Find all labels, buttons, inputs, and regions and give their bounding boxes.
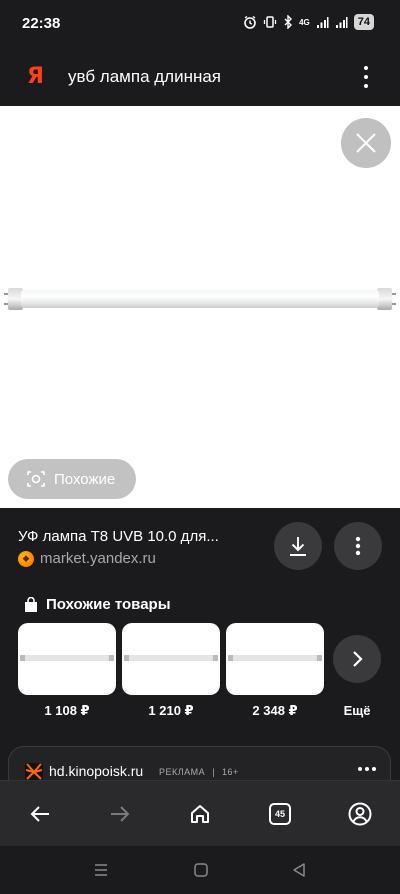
signal-icon bbox=[316, 16, 329, 29]
product-card[interactable] bbox=[18, 623, 116, 695]
download-icon bbox=[290, 537, 306, 556]
product-image bbox=[228, 655, 322, 661]
market-favicon-icon: ◆ bbox=[18, 550, 34, 567]
system-back-button[interactable] bbox=[284, 860, 314, 880]
result-info: УФ лампа T8 UVB 10.0 для... ◆ market.yan… bbox=[0, 508, 400, 588]
home-icon bbox=[191, 805, 209, 823]
arrow-right-icon bbox=[111, 806, 130, 822]
more-vertical-icon bbox=[355, 536, 361, 556]
camera-search-icon bbox=[27, 471, 45, 487]
search-header: Я увб лампа длинная bbox=[0, 48, 400, 106]
status-icons: 4G 74 bbox=[243, 14, 374, 30]
profile-icon bbox=[348, 802, 372, 826]
result-more-button[interactable] bbox=[334, 522, 382, 570]
profile-button[interactable] bbox=[340, 798, 380, 830]
back-triangle-icon bbox=[293, 863, 305, 877]
forward-button[interactable] bbox=[100, 798, 140, 830]
product-price[interactable]: 1 210 ₽ bbox=[122, 703, 220, 719]
more-products-button[interactable] bbox=[333, 635, 381, 683]
close-icon bbox=[356, 133, 376, 153]
shopping-bag-icon bbox=[25, 596, 37, 612]
battery-level: 74 bbox=[353, 14, 374, 30]
ad-label-text: РЕКЛАМА bbox=[159, 767, 206, 777]
search-query[interactable]: увб лампа длинная bbox=[68, 67, 221, 87]
result-title[interactable]: УФ лампа T8 UVB 10.0 для... bbox=[18, 528, 219, 545]
download-button[interactable] bbox=[274, 522, 322, 570]
ad-age-rating: 16+ bbox=[222, 767, 239, 777]
back-button[interactable] bbox=[20, 798, 60, 830]
network-type: 4G bbox=[299, 17, 310, 27]
tabs-count: 45 bbox=[269, 803, 291, 825]
status-time: 22:38 bbox=[22, 15, 61, 32]
product-price[interactable]: 1 108 ₽ bbox=[18, 703, 116, 719]
more-horizontal-icon[interactable] bbox=[358, 767, 376, 771]
product-card[interactable] bbox=[226, 623, 324, 695]
browser-bottom-nav: 45 bbox=[0, 780, 400, 846]
system-home-button[interactable] bbox=[186, 860, 216, 880]
tabs-button[interactable]: 45 bbox=[260, 798, 300, 830]
recents-icon bbox=[95, 864, 107, 876]
system-nav-bar bbox=[0, 846, 400, 894]
home-square-icon bbox=[194, 863, 208, 877]
ad-domain[interactable]: hd.kinopoisk.ru bbox=[49, 763, 143, 779]
similar-images-button[interactable]: Похожие bbox=[8, 459, 136, 499]
kinopoisk-favicon-icon bbox=[25, 763, 43, 781]
result-source[interactable]: ◆ market.yandex.ru bbox=[18, 550, 156, 567]
status-bar: 22:38 4G 74 bbox=[0, 0, 400, 48]
recents-button[interactable] bbox=[86, 860, 116, 880]
similar-button-label: Похожие bbox=[54, 470, 116, 488]
bluetooth-icon bbox=[283, 15, 293, 29]
signal-icon bbox=[335, 16, 348, 29]
close-button[interactable] bbox=[341, 118, 391, 168]
product-image bbox=[20, 655, 114, 661]
product-price[interactable]: 2 348 ₽ bbox=[226, 703, 324, 719]
similar-products-header: Похожие товары bbox=[24, 596, 171, 613]
product-card[interactable] bbox=[122, 623, 220, 695]
alarm-icon bbox=[243, 15, 257, 29]
product-image bbox=[124, 655, 218, 661]
ad-label: РЕКЛАМА | 16+ bbox=[159, 767, 239, 777]
home-button[interactable] bbox=[180, 798, 220, 830]
source-domain: market.yandex.ru bbox=[40, 550, 156, 567]
more-vertical-icon[interactable] bbox=[358, 66, 374, 88]
image-preview[interactable] bbox=[0, 106, 400, 508]
vibrate-icon bbox=[263, 15, 277, 29]
similar-products-heading: Похожие товары bbox=[46, 596, 171, 613]
uv-lamp-image bbox=[4, 288, 396, 310]
arrow-left-icon bbox=[30, 806, 49, 822]
chevron-right-icon bbox=[353, 651, 363, 667]
ad-separator: | bbox=[212, 767, 216, 777]
more-products-label[interactable]: Ещё bbox=[333, 703, 381, 718]
yandex-logo[interactable]: Я bbox=[27, 64, 44, 89]
